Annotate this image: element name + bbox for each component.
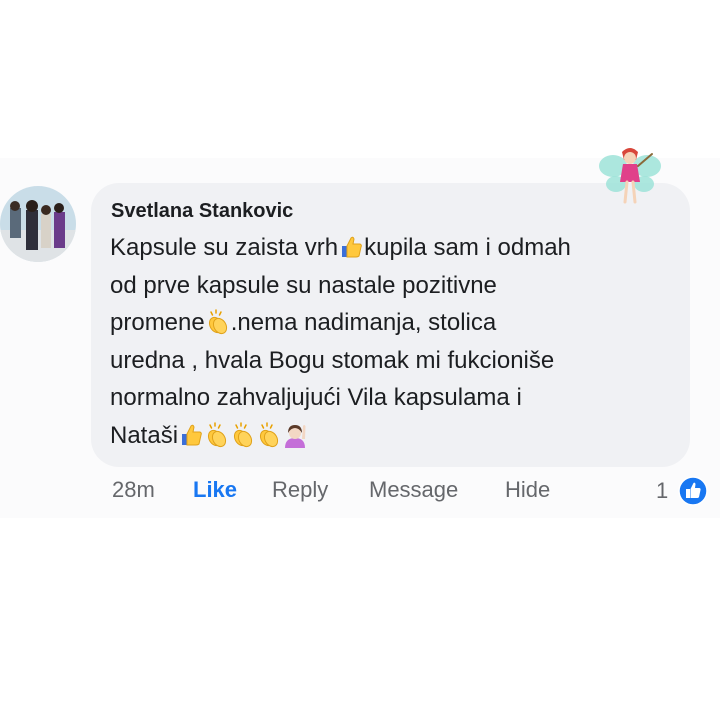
clapping-hands-icon [230,422,256,448]
text-fragment: kupila sam i odmah [364,234,571,261]
text-fragment: normalno zahvaljujući Vila kapsulama i [110,384,522,411]
comment-timestamp: 28m [112,477,155,502]
text-fragment: od prve kapsule su nastale pozitivne [110,271,497,299]
text-fragment: promene [110,309,205,336]
thumbs-up-icon [338,234,364,260]
clapping-hands-icon [205,309,231,335]
like-button[interactable]: Like [193,477,237,503]
text-fragment: Kapsule su zaista vrh [110,234,339,261]
message-button[interactable]: Message [369,477,458,503]
comment-line: uredna , hvala Bogu stomak mi fukcioniše [110,342,685,380]
comment-line: od prve kapsule su nastale pozitivne [110,267,685,305]
hide-button[interactable]: Hide [505,477,550,503]
fairy-icon [598,142,662,210]
reply-button[interactable]: Reply [272,477,328,503]
thumbs-up-icon [178,422,204,448]
comment-line: promene .nema nadimanja, stolica [110,304,685,342]
person-raising-hand-icon [282,422,308,448]
clapping-hands-icon [256,422,282,448]
comment-line: normalno zahvaljujući Vila kapsulama i [110,379,685,417]
text-fragment: uredna , hvala Bogu stomak mi fukcioniše [110,346,555,374]
comment-author-name[interactable]: Svetlana Stankovic [111,200,293,223]
comment-line: Nataši [110,417,685,455]
reaction-count: 1 [656,478,669,503]
text-fragment: .nema nadimanja, stolica [230,309,497,336]
avatar[interactable] [0,186,76,262]
like-reaction-icon [678,476,708,506]
clapping-hands-icon [204,422,230,448]
text-fragment: Nataši [110,421,179,449]
comment-line: Kapsule su zaista vrh kupila sam i odmah [110,229,685,267]
comment-text: Kapsule su zaista vrh kupila sam i odmah … [110,229,685,454]
